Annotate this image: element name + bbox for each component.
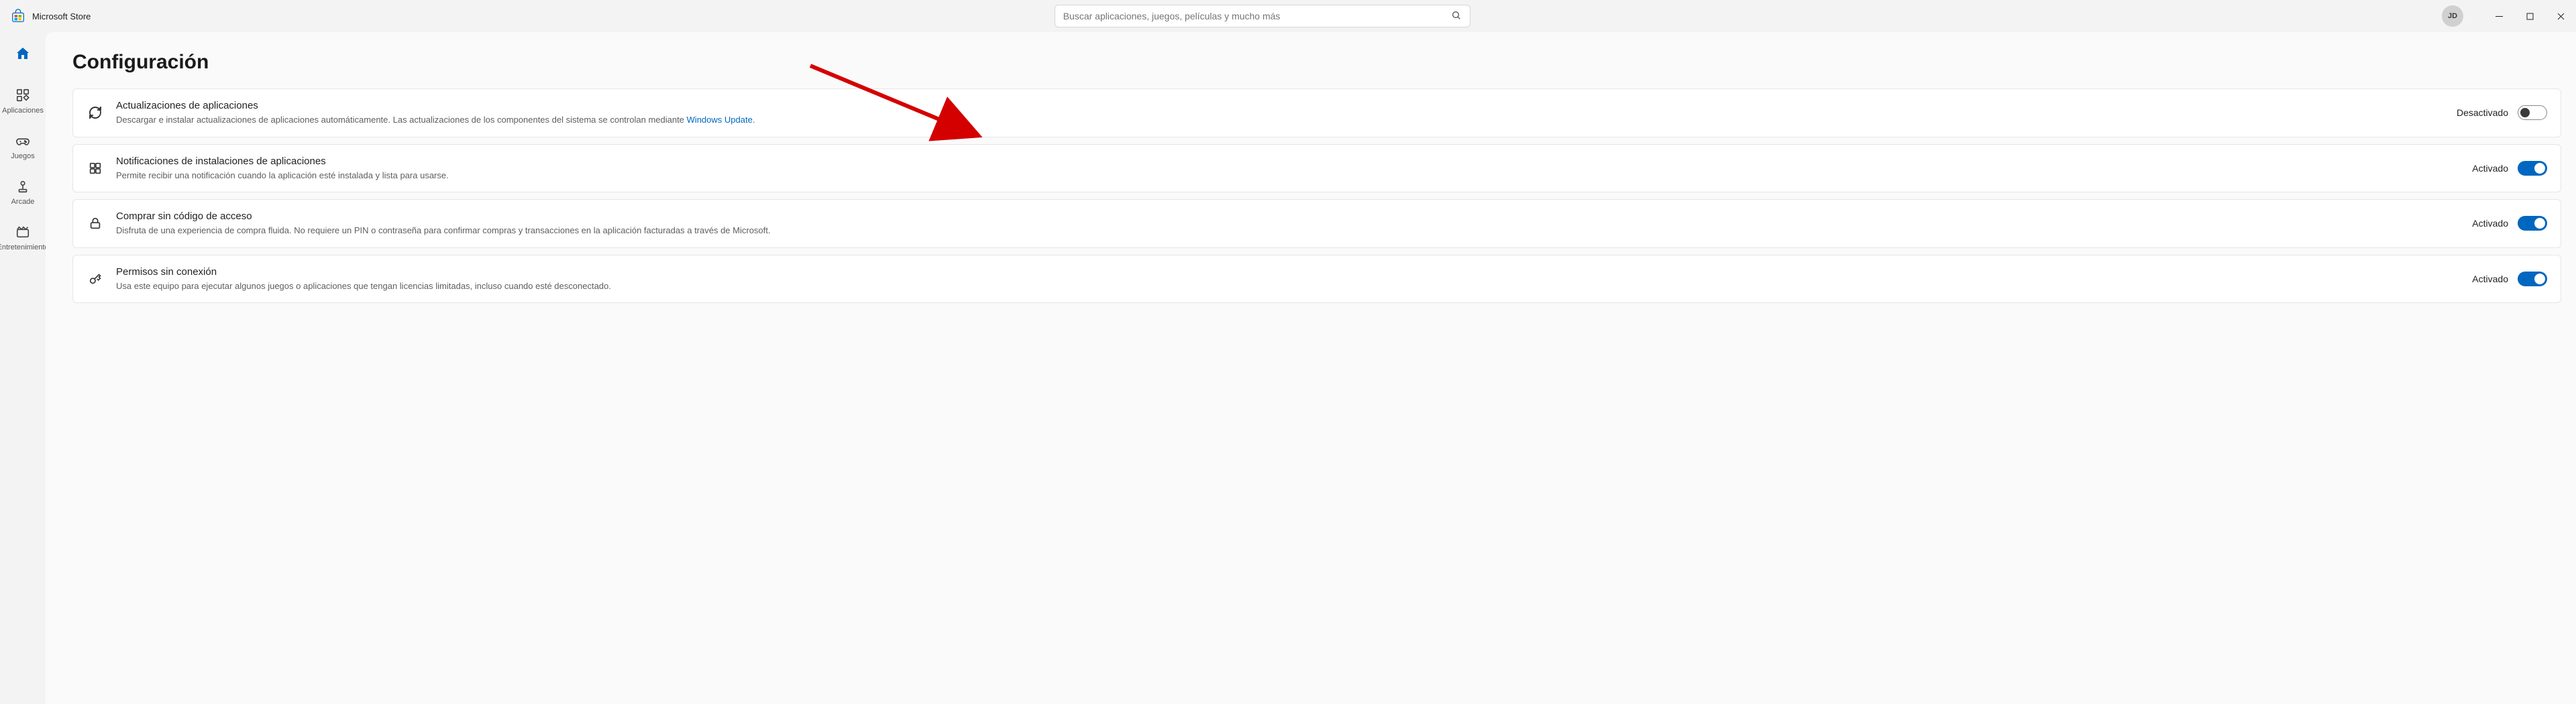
minimize-button[interactable]: [2483, 0, 2514, 32]
key-icon: [87, 272, 104, 286]
sidebar-item-label: Entretenimiento: [0, 244, 49, 251]
sidebar-item-label: Juegos: [11, 153, 34, 160]
maximize-button[interactable]: [2514, 0, 2545, 32]
search-box[interactable]: [1055, 5, 1470, 27]
toggle-state-label: Activado: [2472, 274, 2508, 284]
setting-desc-tail: .: [753, 115, 755, 125]
sidebar-item-arcade[interactable]: Arcade: [1, 172, 44, 211]
titlebar: Microsoft Store JD: [0, 0, 2576, 32]
grid-icon: [87, 161, 104, 176]
setting-title: Comprar sin código de acceso: [116, 211, 2460, 222]
search-icon: [1451, 10, 1462, 23]
user-avatar[interactable]: JD: [2442, 5, 2463, 27]
sidebar-item-label: Aplicaciones: [2, 107, 44, 115]
refresh-icon: [87, 105, 104, 121]
lock-icon: [87, 216, 104, 231]
close-button[interactable]: [2545, 0, 2576, 32]
sidebar-item-label: Arcade: [11, 198, 35, 206]
setting-description: Permite recibir una notificación cuando …: [116, 170, 2460, 182]
app-title: Microsoft Store: [32, 11, 91, 21]
toggle-state-label: Activado: [2472, 218, 2508, 229]
window-controls: [2483, 0, 2576, 32]
setting-description: Descargar e instalar actualizaciones de …: [116, 114, 2445, 126]
toggle-switch[interactable]: [2518, 105, 2547, 120]
store-logo-icon: [11, 9, 25, 23]
toggle-switch[interactable]: [2518, 272, 2547, 286]
windows-update-link[interactable]: Windows Update: [687, 115, 753, 125]
home-icon: [15, 46, 31, 64]
setting-desc-text: Descargar e instalar actualizaciones de …: [116, 115, 687, 125]
user-initials: JD: [2448, 12, 2457, 20]
sidebar-item-games[interactable]: Juegos: [1, 127, 44, 166]
setting-install-notifications: Notificaciones de instalaciones de aplic…: [72, 144, 2561, 193]
gamepad-icon: [15, 133, 31, 150]
content-area: Configuración Actualizaciones de aplicac…: [46, 32, 2576, 704]
setting-title: Permisos sin conexión: [116, 266, 2460, 278]
arcade-icon: [15, 179, 30, 196]
setting-title: Actualizaciones de aplicaciones: [116, 100, 2445, 111]
setting-description: Disfruta de una experiencia de compra fl…: [116, 225, 2460, 237]
setting-purchase-without-password: Comprar sin código de acceso Disfruta de…: [72, 199, 2561, 248]
toggle-switch[interactable]: [2518, 216, 2547, 231]
sidebar-item-apps[interactable]: Aplicaciones: [1, 81, 44, 120]
setting-description: Usa este equipo para ejecutar algunos ju…: [116, 280, 2460, 292]
sidebar: Aplicaciones Juegos: [0, 32, 46, 704]
sidebar-item-entertainment[interactable]: Entretenimiento: [1, 218, 44, 257]
toggle-state-label: Activado: [2472, 163, 2508, 174]
toggle-state-label: Desactivado: [2457, 107, 2508, 118]
page-title: Configuración: [72, 51, 2561, 74]
settings-list: Actualizaciones de aplicaciones Descarga…: [72, 89, 2561, 303]
setting-offline-permissions: Permisos sin conexión Usa este equipo pa…: [72, 255, 2561, 304]
sidebar-item-home[interactable]: [1, 39, 44, 72]
setting-app-updates: Actualizaciones de aplicaciones Descarga…: [72, 89, 2561, 137]
toggle-switch[interactable]: [2518, 161, 2547, 176]
setting-title: Notificaciones de instalaciones de aplic…: [116, 156, 2460, 167]
apps-icon: [15, 88, 30, 105]
search-input[interactable]: [1063, 11, 1451, 21]
movie-icon: [15, 225, 30, 241]
